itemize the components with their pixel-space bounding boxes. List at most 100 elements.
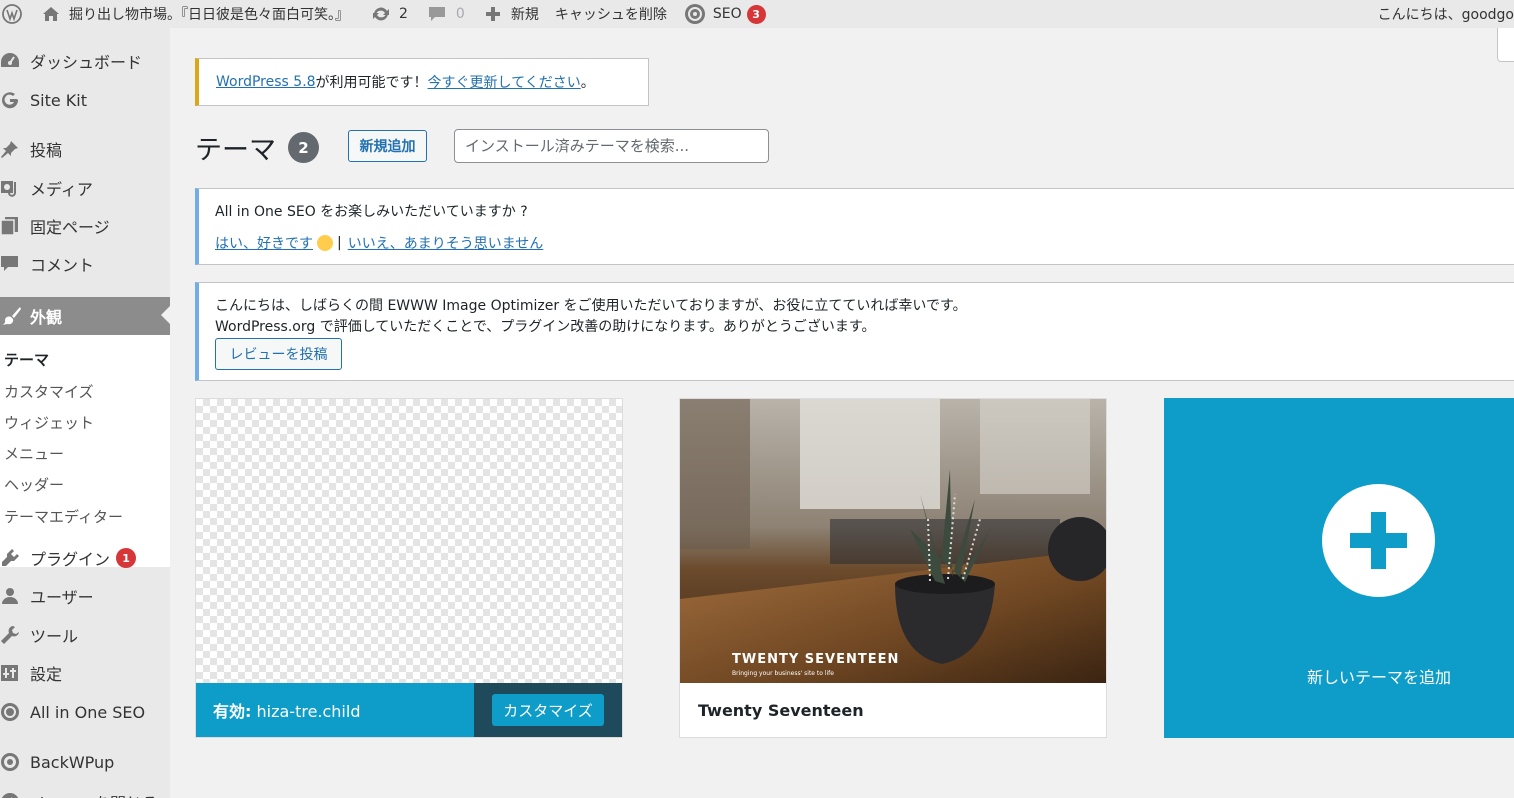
update-now-link[interactable]: 今すぐ更新してください [428, 72, 581, 92]
google-g-icon [0, 82, 28, 118]
twenty-seventeen-screenshot[interactable]: TWENTY SEVENTEEN Bringing your business'… [680, 399, 1106, 683]
submenu-item-themes[interactable]: テーマ [4, 349, 49, 370]
sidebar-item-settings[interactable]: 設定 [0, 655, 170, 691]
sidebar-label: BackWPup [30, 752, 115, 772]
admin-bar: 掘り出し物市場。『日日彼是色々面白可笑。』 2 0 新規 キャッシュを削除 SE… [0, 0, 1514, 28]
gear-icon [0, 694, 28, 730]
wordpress-version-link[interactable]: WordPress 5.8 [216, 74, 316, 90]
sidebar-item-users[interactable]: ユーザー [0, 578, 170, 614]
my-account-link[interactable]: こんにちは、goodgo [1378, 0, 1514, 28]
comments-count: 0 [455, 6, 465, 22]
submenu-item-theme-editor[interactable]: テーマエディター [4, 506, 123, 527]
sidebar-item-appearance[interactable]: 外観 [0, 297, 170, 335]
sidebar-item-media[interactable]: メディア [0, 170, 170, 206]
screen-options-tab[interactable] [1497, 28, 1514, 62]
comment-icon [428, 6, 446, 23]
theme-search-input[interactable] [454, 129, 769, 163]
sidebar-item-posts[interactable]: 投稿 [0, 131, 170, 167]
aioseo-no-link[interactable]: いいえ、あまりそう思いません [348, 233, 544, 253]
wrench-icon [0, 617, 28, 653]
plugin-icon [0, 540, 28, 576]
customize-button[interactable]: カスタマイズ [492, 694, 604, 726]
settings-icon [0, 655, 28, 691]
updates-count: 2 [399, 6, 408, 22]
ewww-notice-line1: こんにちは、しばらくの間 EWWW Image Optimizer をご使用いた… [215, 298, 967, 314]
submenu-item-menus[interactable]: メニュー [4, 443, 64, 464]
sidebar-item-all-in-one-seo[interactable]: All in One SEO [0, 694, 170, 730]
sidebar-label: Site Kit [30, 90, 88, 110]
new-content-link[interactable]: 新規 [485, 0, 539, 28]
aioseo-separator: | [337, 235, 342, 251]
add-new-theme-button[interactable]: 新規追加 [348, 130, 427, 162]
theme-name-bar: Twenty Seventeen [680, 683, 1106, 737]
ewww-review-notice: こんにちは、しばらくの間 EWWW Image Optimizer をご使用いた… [195, 282, 1514, 381]
updates-link[interactable]: 2 [371, 0, 408, 28]
sidebar-item-site-kit[interactable]: Site Kit [0, 82, 170, 118]
active-theme-name: 有効: hiza-tre.child [213, 698, 360, 722]
appearance-submenu: テーマ カスタマイズ ウィジェット メニュー ヘッダー テーマエディター [0, 335, 170, 567]
post-review-button[interactable]: レビューを投稿 [215, 338, 342, 370]
clear-cache-link[interactable]: キャッシュを削除 [555, 0, 667, 28]
sidebar-label: 固定ページ [30, 218, 110, 237]
ewww-notice-line2: WordPress.org で評価していただくことで、プラグイン改善の助けになり… [215, 319, 876, 335]
sidebar-item-plugins[interactable]: プラグイン 1 [0, 540, 170, 576]
page-icon [0, 208, 28, 244]
submenu-item-widgets[interactable]: ウィジェット [4, 412, 94, 433]
wordpress-logo-icon[interactable] [2, 0, 22, 28]
sidebar-item-comments[interactable]: コメント [0, 246, 170, 282]
aioseo-question: All in One SEO をお楽しみいただいていますか ? [215, 204, 528, 220]
updates-icon [371, 5, 391, 23]
seo-menu[interactable]: SEO 3 [684, 0, 766, 28]
sidebar-label: ユーザー [30, 588, 94, 607]
media-icon [0, 170, 28, 206]
user-icon [0, 578, 28, 614]
theme-shot-tagline: Bringing your business' site to life [732, 670, 834, 677]
theme-card-twenty-seventeen[interactable]: TWENTY SEVENTEEN Bringing your business'… [679, 398, 1107, 738]
active-theme-actions: カスタマイズ [474, 683, 622, 737]
sidebar-label: メディア [30, 180, 93, 199]
dashboard-icon [0, 43, 28, 79]
update-notice-text: が利用可能です！ [315, 75, 428, 91]
active-theme-footer: 有効: hiza-tre.child カスタマイズ [196, 683, 622, 737]
add-new-theme-card[interactable]: 新しいテーマを追加 [1164, 398, 1514, 738]
paintbrush-icon [0, 298, 28, 334]
sidebar-item-dashboard[interactable]: ダッシュボード [0, 43, 170, 79]
current-menu-arrow [161, 306, 170, 324]
submenu-item-header[interactable]: ヘッダー [4, 474, 64, 495]
sidebar-label: All in One SEO [30, 702, 146, 722]
seo-badge: 3 [746, 4, 766, 24]
theme-name: Twenty Seventeen [698, 700, 864, 720]
page-heading: テーマ 2 [195, 128, 319, 167]
sidebar-label: ツール [30, 627, 79, 646]
sidebar-label: 投稿 [30, 141, 63, 160]
site-home-link[interactable]: 掘り出し物市場。『日日彼是色々面白可笑。』 [42, 0, 349, 28]
home-icon [42, 6, 60, 22]
comment-icon [0, 246, 28, 282]
theme-card-active[interactable]: 有効: hiza-tre.child カスタマイズ [195, 398, 623, 738]
theme-count-badge: 2 [288, 132, 319, 163]
collapse-icon [0, 784, 28, 798]
clear-cache-label: キャッシュを削除 [554, 7, 667, 23]
site-name: 掘り出し物市場。『日日彼是色々面白可笑。』 [69, 7, 349, 23]
aioseo-review-notice: All in One SEO をお楽しみいただいていますか ? はい、好きです … [195, 188, 1514, 265]
plus-icon [485, 6, 501, 22]
gear-icon [684, 3, 706, 25]
theme-screenshot-placeholder[interactable] [196, 399, 622, 683]
sidebar-item-pages[interactable]: 固定ページ [0, 208, 170, 244]
theme-shot-title: TWENTY SEVENTEEN [732, 652, 899, 667]
aioseo-yes-link[interactable]: はい、好きです [215, 233, 313, 253]
pushpin-icon [0, 131, 28, 167]
plus-icon [1322, 484, 1435, 597]
submenu-item-customize[interactable]: カスタマイズ [4, 381, 94, 402]
sidebar-item-backwpup[interactable]: BackWPup [0, 744, 170, 780]
sidebar-item-collapse-menu[interactable]: メニューを閉じる [0, 784, 170, 798]
active-theme-title: hiza-tre.child [256, 702, 361, 721]
comments-link[interactable]: 0 [428, 0, 465, 28]
page-title: テーマ [195, 135, 276, 166]
sidebar-item-tools[interactable]: ツール [0, 617, 170, 653]
wordpress-update-notice: WordPress 5.8 が利用可能です！ 今すぐ更新してください 。 [195, 58, 649, 106]
backwpup-icon [0, 744, 28, 780]
sidebar-label: 外観 [30, 308, 63, 327]
add-new-theme-label: 新しいテーマを追加 [1306, 668, 1451, 687]
sidebar-label: コメント [30, 256, 95, 275]
